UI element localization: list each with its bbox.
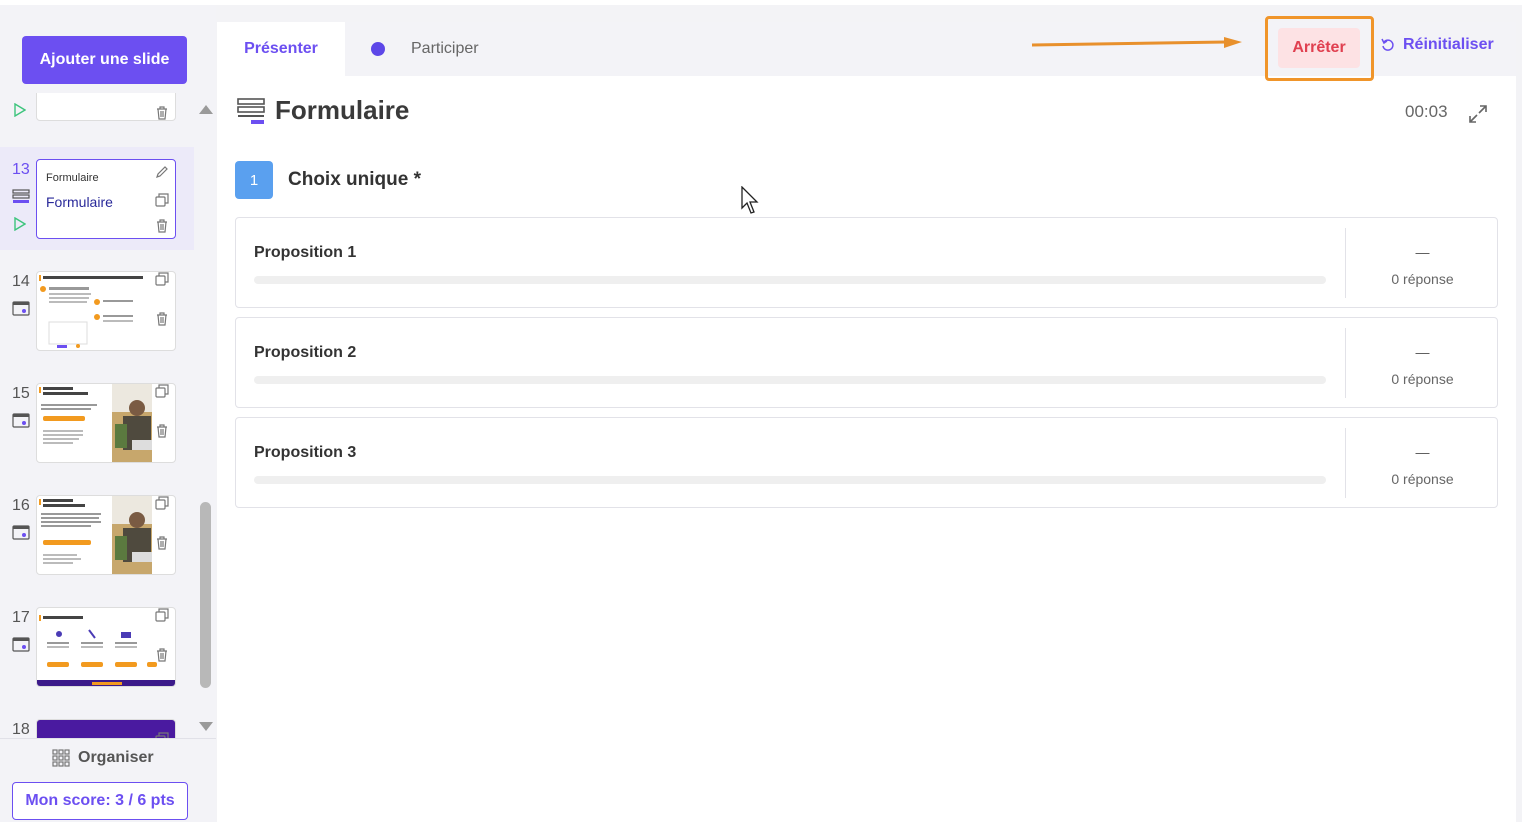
trash-icon[interactable] [154, 647, 170, 663]
slide-number: 14 [12, 273, 30, 290]
play-icon[interactable] [14, 103, 26, 117]
option-label: Proposition 3 [254, 444, 357, 461]
grid-icon [52, 749, 70, 767]
top-strip [0, 0, 1522, 5]
trash-icon[interactable] [154, 311, 170, 327]
divider [1345, 428, 1346, 498]
option-progress-bar [254, 476, 1326, 484]
option-count: 0 réponse [1391, 471, 1454, 487]
slide-number: 13 [12, 161, 30, 178]
duplicate-icon[interactable] [154, 731, 170, 738]
duplicate-icon[interactable] [154, 192, 170, 208]
question-number-badge: 1 [235, 161, 273, 199]
slide-number: 18 [12, 721, 30, 738]
reset-icon [1381, 38, 1394, 51]
option-label: Proposition 2 [254, 344, 357, 361]
play-icon[interactable] [14, 217, 26, 231]
main-panel: Présenter Participer Arrêter Réinitialis… [217, 16, 1516, 822]
duplicate-icon[interactable] [154, 495, 170, 511]
slide-item-17[interactable]: 17 [0, 595, 194, 698]
options-list: Proposition 1 — 0 réponse Proposition 2 … [235, 217, 1498, 517]
option-progress-bar [254, 376, 1326, 384]
option-count: 0 réponse [1391, 371, 1454, 387]
slide-list: 13 Formulaire Formulaire 14 15 16 17 18 [0, 93, 196, 738]
question-label: Choix unique * [288, 169, 421, 190]
reset-button[interactable]: Réinitialiser [1381, 36, 1494, 54]
slide-item-18[interactable]: 18 [0, 707, 194, 738]
option-card: Proposition 1 — 0 réponse [235, 217, 1498, 308]
organiser-button[interactable]: Organiser [52, 749, 154, 767]
slide-number: 15 [12, 385, 30, 402]
slide-item-14[interactable]: 14 [0, 259, 194, 362]
scroll-down-arrow[interactable] [199, 722, 213, 731]
pencil-icon[interactable] [154, 164, 170, 180]
annotation-arrow [1031, 37, 1242, 48]
sidebar-footer: Organiser Mon score: 3 / 6 pts [0, 738, 216, 822]
option-progress-bar [254, 276, 1326, 284]
tab-present[interactable]: Présenter [217, 22, 345, 76]
form-icon [237, 97, 265, 124]
app-window: Ajouter une slide 13 Formulaire Formulai… [0, 0, 1522, 822]
trash-icon[interactable] [154, 218, 170, 234]
add-slide-button[interactable]: Ajouter une slide [22, 36, 187, 84]
participate-dot-icon [371, 42, 385, 56]
slide-icon [12, 525, 30, 540]
thumbnail-title: Formulaire [46, 194, 113, 210]
score-button[interactable]: Mon score: 3 / 6 pts [12, 782, 188, 820]
slide-icon [12, 637, 30, 652]
slide-item-12[interactable] [0, 93, 194, 139]
option-count: 0 réponse [1391, 271, 1454, 287]
thumbnail-small-title: Formulaire [46, 172, 99, 184]
slides-sidebar: Ajouter une slide 13 Formulaire Formulai… [0, 5, 216, 822]
divider [1345, 228, 1346, 298]
tab-bar: Présenter Participer [217, 22, 525, 76]
scrollbar-thumb[interactable] [200, 502, 211, 688]
option-dash: — [1415, 444, 1430, 460]
divider [1345, 328, 1346, 398]
organiser-label: Organiser [78, 749, 154, 766]
slide-number: 16 [12, 497, 30, 514]
scroll-up-arrow[interactable] [199, 105, 213, 114]
option-card: Proposition 2 — 0 réponse [235, 317, 1498, 408]
form-title: Formulaire [275, 95, 410, 125]
tab-participate[interactable]: Participer [345, 22, 525, 76]
slide-item-15[interactable]: 15 [0, 371, 194, 474]
trash-icon[interactable] [154, 423, 170, 439]
option-label: Proposition 1 [254, 244, 357, 261]
option-card: Proposition 3 — 0 réponse [235, 417, 1498, 508]
slide-icon [12, 301, 30, 316]
tab-participate-label: Participer [411, 40, 479, 57]
duplicate-icon[interactable] [154, 383, 170, 399]
trash-icon[interactable] [154, 535, 170, 551]
timer: 00:03 [1405, 102, 1448, 121]
option-dash: — [1415, 244, 1430, 260]
slide-icon [12, 413, 30, 428]
duplicate-icon[interactable] [154, 271, 170, 287]
reset-label: Réinitialiser [1403, 36, 1494, 53]
expand-icon[interactable] [1468, 104, 1488, 124]
duplicate-icon[interactable] [154, 607, 170, 623]
slide-item-16[interactable]: 16 [0, 483, 194, 586]
mouse-cursor-icon [741, 186, 759, 214]
slide-item-13[interactable]: 13 Formulaire Formulaire [0, 147, 194, 250]
form-header: Formulaire [237, 95, 409, 126]
form-icon [12, 189, 30, 203]
trash-icon[interactable] [154, 105, 170, 121]
option-dash: — [1415, 344, 1430, 360]
question-header: 1 Choix unique * [235, 161, 421, 199]
stop-button[interactable]: Arrêter [1278, 28, 1360, 68]
slide-number: 17 [12, 609, 30, 626]
